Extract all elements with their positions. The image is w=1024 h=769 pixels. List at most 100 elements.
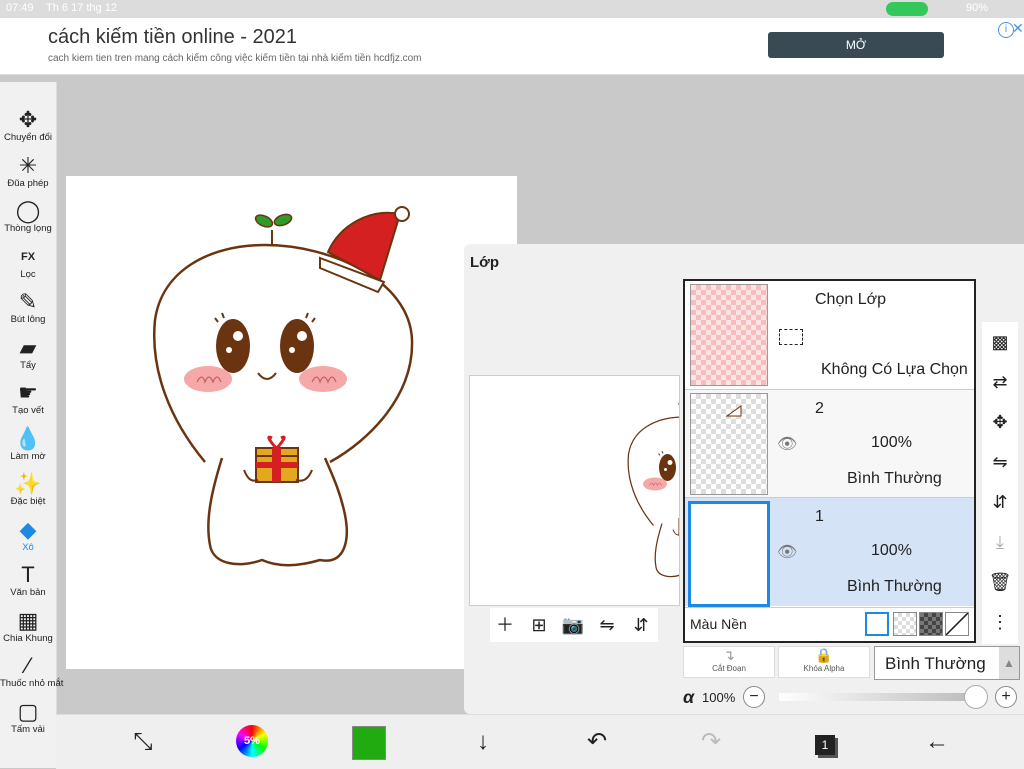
tool-fx-filter[interactable]: FX Lọc [0, 243, 56, 280]
tool-label: Tạo vết [12, 405, 44, 416]
layer-preview [469, 375, 758, 606]
background-color-row: Màu Nền [685, 607, 974, 642]
opacity-slider-track[interactable] [779, 685, 988, 709]
blend-mode-value: Bình Thường [885, 654, 986, 673]
eraser-icon: ▰ [19, 334, 37, 360]
ad-title[interactable]: cách kiếm tiền online - 2021 [48, 26, 297, 49]
blur-drop-icon: 💧 [14, 425, 42, 451]
ad-close-icon[interactable]: ✕ [1012, 20, 1024, 37]
clip-button[interactable]: ↴ Cắt Đoạn [683, 646, 775, 678]
lasso-icon: ◯ [15, 198, 41, 223]
bucket-fill-icon: ◆ [19, 516, 37, 542]
tool-label: Thòng lọng [4, 223, 52, 234]
selection-marquee-icon [779, 329, 803, 345]
bg-white-swatch[interactable] [865, 612, 889, 636]
tool-special-brush[interactable]: ✨ Đặc biệt [0, 470, 56, 507]
flip-layer-horizontal-icon[interactable]: ⇋ [986, 448, 1014, 476]
opacity-plus-button[interactable]: + [995, 686, 1017, 708]
selection-layer-row[interactable]: Chọn Lớp Không Có Lựa Chọn [685, 281, 974, 389]
bg-transparent-swatch[interactable] [893, 612, 917, 636]
opacity-minus-button[interactable]: − [743, 686, 765, 708]
tool-magic-wand[interactable]: ✳ Đũa phép [0, 152, 56, 189]
camera-icon[interactable]: 📷 [560, 612, 586, 638]
layer-2-opacity: 100% [871, 434, 912, 451]
tool-frame-divider[interactable]: ▦ Chia Khung [0, 607, 56, 644]
drawing-canvas[interactable] [66, 176, 517, 669]
canvas-icon: ▢ [17, 698, 39, 724]
alpha-lock-button[interactable]: 🔒 Khóa Alpha [778, 646, 870, 678]
background-label: Màu Nền [690, 616, 747, 632]
trash-icon[interactable]: 🗑 [986, 568, 1014, 596]
tool-label: Đũa phép [7, 177, 49, 189]
alpha-lock-label: Khóa Alpha [803, 664, 845, 673]
redo-icon[interactable]: ↷ [694, 725, 728, 759]
arrow-down-icon[interactable]: ↓ [466, 725, 500, 759]
layer-2-blend: Bình Thường [847, 470, 942, 487]
undo-icon[interactable]: ↶ [580, 725, 614, 759]
status-battery: 90% [966, 2, 989, 14]
layer-row-2[interactable]: 2 👁 100% Bình Thường [685, 389, 974, 498]
tool-label: Lọc [20, 268, 36, 280]
tool-blur-drop[interactable]: 💧 Làm mờ [0, 425, 56, 462]
clip-arrow-icon: ↴ [723, 647, 735, 663]
layer-transfer-icon[interactable]: ⇄ [986, 368, 1014, 396]
tool-bucket-fill[interactable]: ◆ Xô [0, 516, 56, 553]
checkerboard-icon[interactable]: ▩ [986, 328, 1014, 356]
back-arrow-icon[interactable]: ← [920, 725, 954, 759]
bg-dark-swatch[interactable] [919, 612, 943, 636]
layer-2-thumbnail [690, 393, 768, 495]
layers-panel-title: Lớp [470, 254, 499, 271]
add-layer-icon[interactable]: ＋ [492, 612, 518, 638]
layer-row-1[interactable]: 1 👁 100% Bình Thường [685, 497, 974, 607]
merge-down-icon[interactable]: ⤓ [986, 528, 1014, 556]
tool-eraser[interactable]: ▰ Tẩy [0, 334, 56, 371]
add-copy-layer-icon[interactable]: ⊞ [526, 612, 552, 638]
tool-smudge[interactable]: ☛ Tạo vết [0, 379, 56, 416]
tool-lasso[interactable]: ◯ Thòng lọng [0, 197, 56, 234]
fx-filter-icon: FX [20, 250, 36, 263]
move-icon[interactable]: ✥ [986, 408, 1014, 436]
flip-layer-vertical-icon[interactable]: ⇵ [986, 488, 1014, 516]
magic-wand-icon: ✳ [18, 152, 38, 178]
preview-toolbar: ＋ ⊞ 📷 ⇋ ⇵ [490, 608, 658, 642]
layer-1-opacity: 100% [871, 542, 912, 559]
canvas-artwork [153, 206, 414, 567]
chevron-up-icon: ▲ [999, 647, 1019, 679]
color-wheel-button[interactable]: 5% [236, 725, 270, 759]
tool-label: Tấm vải [11, 723, 45, 735]
clip-label: Cắt Đoạn [712, 664, 746, 673]
tool-label: Làm mờ [10, 450, 46, 462]
tool-sidebar: ✥ Chuyển đổi ✳ Đũa phép ◯ Thòng lọng FX Lọc ✎ Bút… [0, 82, 63, 768]
layer-list: Chọn Lớp Không Có Lựa Chọn 2 👁 100% Bình… [683, 279, 976, 643]
opacity-slider-knob[interactable] [964, 685, 988, 709]
layer-1-thumbnail [688, 497, 900, 607]
visibility-eye-icon[interactable]: 👁 [777, 542, 797, 562]
current-color-swatch[interactable] [352, 726, 386, 760]
transform-tools-icon[interactable]: ⤡ [126, 725, 160, 759]
flip-horizontal-icon[interactable]: ⇋ [594, 612, 620, 638]
tool-eyedropper[interactable]: ⁄ Thuốc nhỏ mắt [0, 652, 63, 689]
camera-indicator-icon [886, 2, 928, 16]
ad-open-button[interactable]: MỞ [768, 32, 944, 58]
tool-label: Chia Khung [3, 632, 53, 644]
flip-vertical-icon[interactable]: ⇵ [628, 612, 654, 638]
eyedropper-icon: ⁄ [26, 653, 30, 678]
brush-icon: ✎ [18, 289, 38, 314]
layers-count-button[interactable]: 1 [808, 725, 842, 759]
text-icon: T [21, 562, 35, 587]
bg-none-swatch[interactable] [945, 612, 969, 636]
visibility-eye-icon[interactable]: 👁 [777, 434, 797, 454]
tool-text[interactable]: T Văn bản [0, 561, 56, 598]
ad-subtitle: cach kiem tien tren mang cách kiếm công … [48, 53, 422, 64]
tool-brush[interactable]: ✎ Bút lông [0, 288, 56, 325]
blend-mode-select[interactable]: Bình Thường ▲ [874, 646, 1020, 680]
frame-divider-icon: ▦ [17, 607, 39, 633]
tool-canvas[interactable]: ▢ Tấm vải [0, 698, 56, 735]
alpha-symbol: α [683, 687, 695, 707]
ad-banner[interactable]: cách kiếm tiền online - 2021 cach kiem t… [0, 18, 1024, 75]
more-options-icon[interactable]: ⋮ [986, 608, 1014, 636]
layer-count: 1 [815, 735, 835, 755]
smudge-icon: ☛ [18, 380, 38, 405]
bottom-toolbar: ⤡ 5% ↓ ↶ ↷ 1 ← [56, 714, 1024, 769]
tool-move[interactable]: ✥ Chuyển đổi [0, 106, 56, 143]
